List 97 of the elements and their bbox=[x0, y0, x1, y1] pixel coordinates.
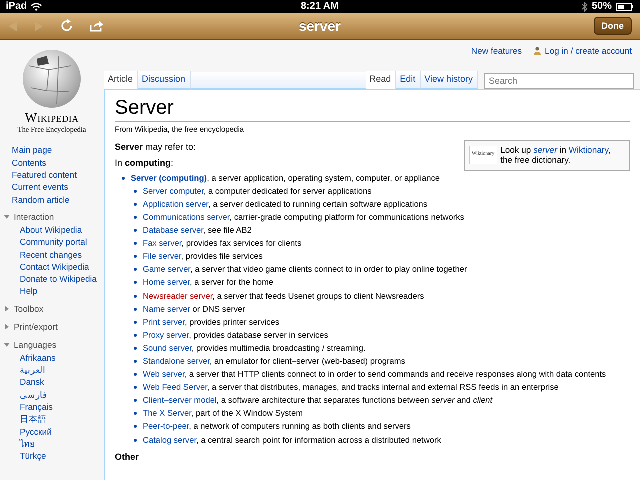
sidebar-link[interactable]: Random article bbox=[0, 194, 104, 206]
tab[interactable]: Read bbox=[366, 71, 396, 89]
wifi-icon bbox=[31, 2, 42, 10]
list-item: Sound server, provides multimedia broadcasting / streaming. bbox=[131, 342, 630, 356]
article-link[interactable]: Web Feed Server bbox=[143, 382, 208, 392]
sidebar-link[interactable]: Current events bbox=[0, 181, 104, 194]
share-icon[interactable] bbox=[90, 20, 104, 32]
sidebar-link[interactable]: Dansk bbox=[0, 376, 104, 389]
list-item: Communications server, carrier-grade computing platform for communications networks bbox=[131, 210, 630, 224]
article-link[interactable]: Game server bbox=[143, 264, 190, 274]
device-name: iPad bbox=[6, 0, 28, 12]
list-item: Proxy server, provides database server in services bbox=[131, 328, 630, 342]
sidebar-link[interactable]: Recent changes bbox=[0, 248, 104, 261]
expanded-arrow-icon bbox=[4, 342, 10, 348]
section-toggle[interactable]: Interaction bbox=[0, 210, 104, 224]
sidebar-link[interactable]: Contact Wikipedia bbox=[0, 260, 104, 274]
article-link[interactable]: Communications server bbox=[143, 212, 230, 222]
list-item: Name server or DNS server bbox=[131, 302, 630, 316]
list-item: Catalog server, a central search point for information across a distributed network bbox=[131, 434, 630, 447]
article-link[interactable]: Fax server bbox=[143, 238, 182, 248]
sidebar-link[interactable]: ไทย bbox=[0, 438, 104, 450]
battery-icon bbox=[616, 2, 634, 10]
list-item: Client–server model, a software architecture that separates functions between server and client bbox=[131, 394, 630, 408]
article-link[interactable]: Catalog server bbox=[143, 434, 196, 445]
list-item: Game server, a server that video game clients connect to in order to play online together bbox=[131, 263, 630, 276]
user-icon bbox=[534, 47, 542, 55]
article-link[interactable]: The X Server bbox=[143, 408, 192, 418]
article-link[interactable]: Print server bbox=[143, 316, 185, 327]
wiktionary-link[interactable]: Wiktionary bbox=[568, 145, 608, 156]
article-link[interactable]: Sound server bbox=[143, 342, 192, 353]
list-item: Web server, a server that HTTP clients connect to in order to send commands and receive responses along with data contents bbox=[131, 368, 630, 382]
tab[interactable]: Discussion bbox=[138, 71, 191, 89]
list-item: File server, provides file services bbox=[131, 250, 630, 264]
list-item: Server (computing), a server application, operating system, computer, or appliance bbox=[119, 172, 630, 185]
article-link[interactable]: Server (computing) bbox=[131, 172, 208, 183]
page-title: server bbox=[298, 18, 342, 34]
expanded-arrow-icon bbox=[4, 214, 10, 220]
status-time: 8:21 AM bbox=[301, 0, 339, 12]
article-link[interactable]: Database server bbox=[143, 225, 204, 236]
list-item: Fax server, provides fax services for clients bbox=[131, 237, 630, 250]
article-link[interactable]: Client–server model bbox=[143, 395, 217, 406]
tab[interactable]: Edit bbox=[396, 71, 421, 89]
sidebar-link[interactable]: Türkçe bbox=[0, 450, 104, 462]
new-features-link[interactable]: New features bbox=[471, 46, 522, 56]
wiktionary-link[interactable]: server bbox=[534, 145, 558, 156]
tab[interactable]: View history bbox=[420, 71, 478, 89]
sidebar-link[interactable]: فارسی bbox=[0, 388, 104, 401]
list-item: Home server, a server for the home bbox=[131, 276, 630, 290]
section-heading: Other bbox=[115, 452, 140, 462]
sidebar-link[interactable]: Community portal bbox=[0, 236, 104, 249]
search-field[interactable]: Search bbox=[484, 73, 634, 89]
sidebar-link[interactable]: Français bbox=[0, 400, 104, 414]
article-link[interactable]: Home server bbox=[143, 277, 190, 288]
bluetooth-icon bbox=[582, 2, 588, 12]
login-link[interactable]: Log in / create account bbox=[545, 46, 632, 56]
sidebar-link[interactable]: 日本語 bbox=[0, 413, 104, 426]
list-item: Peer-to-peer, a network of computers running as both clients and servers bbox=[131, 420, 630, 434]
list-item: Database server, see file AB2 bbox=[131, 224, 630, 238]
list-item: Application server, a server dedicated to running certain software applications bbox=[131, 198, 630, 211]
sidebar-link[interactable]: العربية bbox=[0, 364, 104, 376]
section-toggle[interactable]: Languages bbox=[0, 338, 104, 352]
list-item: Newsreader server, a server that feeds Usenet groups to client Newsreaders bbox=[131, 290, 630, 303]
collapsed-arrow-icon bbox=[4, 324, 10, 330]
sidebar-link[interactable]: Contents bbox=[0, 156, 104, 170]
collapsed-arrow-icon bbox=[4, 306, 10, 312]
sidebar-link[interactable]: Русский bbox=[0, 426, 104, 438]
sidebar-link[interactable]: Donate to Wikipedia bbox=[0, 273, 104, 286]
article-title: Server bbox=[115, 96, 630, 122]
article-link[interactable]: Application server bbox=[143, 198, 208, 209]
missing-article-link[interactable]: Newsreader server bbox=[143, 290, 213, 301]
sidebar-link[interactable]: Featured content bbox=[0, 169, 104, 182]
article-link[interactable]: Server computer bbox=[143, 186, 204, 196]
tab[interactable]: Article bbox=[104, 71, 138, 89]
done-button[interactable]: Done bbox=[594, 16, 632, 36]
article-link[interactable]: Peer-to-peer bbox=[143, 421, 190, 432]
section-toggle[interactable]: Print/export bbox=[0, 320, 104, 334]
sidebar-link[interactable]: Main page bbox=[0, 144, 104, 157]
list-item: The X Server, part of the X Window System bbox=[131, 407, 630, 420]
section-toggle[interactable]: Toolbox bbox=[0, 302, 104, 316]
reload-icon[interactable] bbox=[60, 19, 74, 33]
intro-text: Server may refer to: bbox=[115, 142, 196, 153]
sidebar-link[interactable]: Help bbox=[0, 285, 104, 298]
list-item: Web Feed Server, a server that distributes, manages, and tracks internal and external RSS feeds in an enterprise bbox=[131, 381, 630, 394]
sidebar-link[interactable]: Afrikaans bbox=[0, 352, 104, 364]
list-item: Print server, provides printer services bbox=[131, 316, 630, 329]
article-link[interactable]: File server bbox=[143, 251, 182, 262]
list-item: Server computer, a computer dedicated for server applications bbox=[131, 184, 630, 198]
section-text: In computing: bbox=[115, 158, 174, 169]
wiktionary-text: Look up server in Wiktionary, the free dictionary. bbox=[500, 145, 612, 166]
article-link[interactable]: Proxy server bbox=[143, 330, 190, 340]
logo-wordmark: Wikipedia bbox=[25, 110, 79, 126]
article-link[interactable]: Web server bbox=[143, 369, 185, 380]
list-item: Standalone server, an emulator for client–server (web-based) programs bbox=[131, 355, 630, 368]
article-link[interactable]: Name server bbox=[143, 304, 190, 314]
sidebar-link[interactable]: About Wikipedia bbox=[0, 224, 104, 236]
article-link[interactable]: Standalone server bbox=[143, 356, 210, 366]
battery-percent: 50% bbox=[592, 0, 612, 12]
